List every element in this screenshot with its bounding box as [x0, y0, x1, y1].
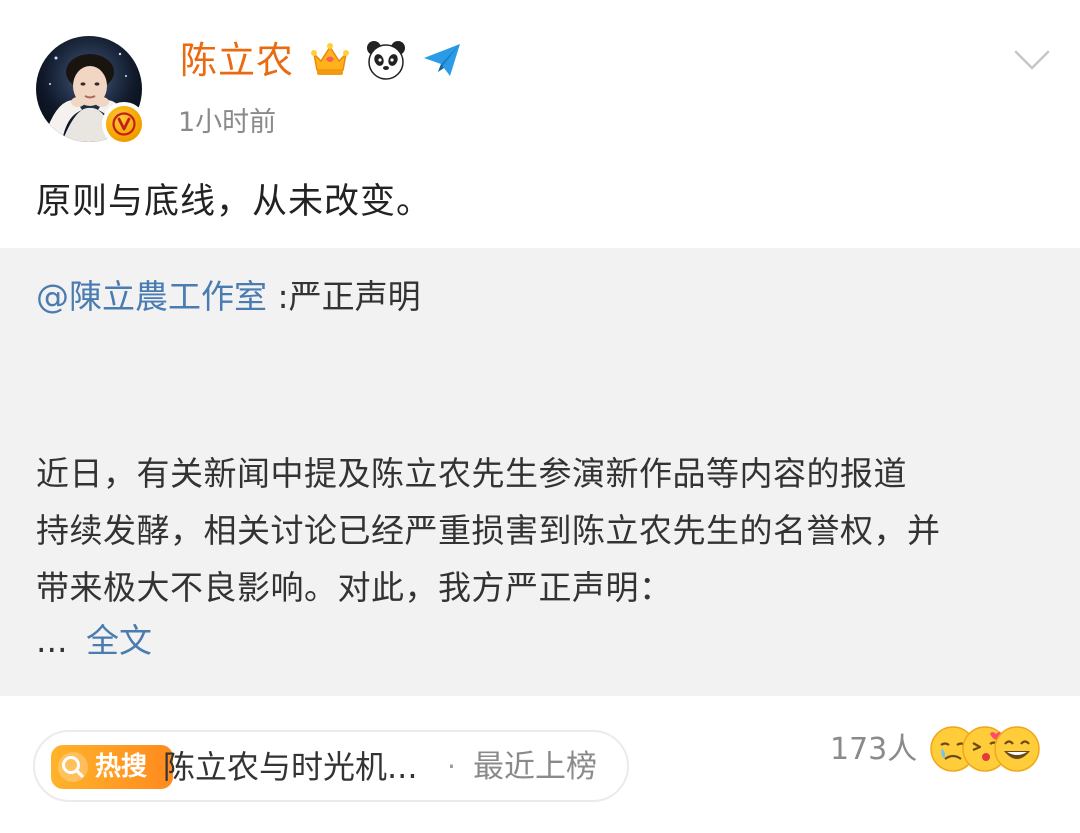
- retweet-body-line: 持续发酵，相关讨论已经严重损害到陈立农先生的名誉权，并: [36, 511, 941, 550]
- hot-search-label: 热搜: [95, 752, 148, 782]
- ellipsis: ...: [36, 621, 68, 660]
- post-time: 1小时前: [178, 107, 277, 138]
- reaction-count[interactable]: 173人: [830, 728, 917, 772]
- mention-link[interactable]: @陳立農工作室: [36, 277, 267, 316]
- retweet-title: :严正声明: [277, 277, 421, 316]
- hot-search-topic[interactable]: 陈立农与时光机...: [163, 744, 418, 790]
- retweet-card[interactable]: @陳立農工作室 :严正声明 近日，有关新闻中提及陈立农先生参演新作品等内容的报道…: [0, 248, 1080, 696]
- author-badges: [308, 36, 464, 84]
- hot-search-badge: 热搜: [51, 745, 173, 789]
- chevron-down-icon[interactable]: [1010, 44, 1054, 76]
- retweet-body-line: 带来极大不良影响。对此，我方严正声明：: [36, 568, 673, 607]
- author-name[interactable]: 陈立农: [180, 38, 294, 84]
- retweet-body-line: 近日，有关新闻中提及陈立农先生参演新作品等内容的报道: [36, 454, 907, 493]
- crown-badge-icon[interactable]: [308, 38, 352, 82]
- panda-icon[interactable]: [364, 38, 408, 82]
- send-plane-icon[interactable]: [420, 38, 464, 82]
- separator-dot: ·: [447, 750, 456, 783]
- verified-v-icon: [102, 102, 146, 146]
- hot-search-status: 最近上榜: [473, 749, 597, 785]
- search-icon: [58, 752, 88, 782]
- grinning-face-icon: [994, 726, 1040, 772]
- retweet-body: 近日，有关新闻中提及陈立农先生参演新作品等内容的报道 持续发酵，相关讨论已经严重…: [36, 445, 1046, 616]
- retweet-more: ... 全文: [36, 618, 152, 664]
- full-text-link[interactable]: 全文: [86, 621, 152, 660]
- hot-search-pill[interactable]: 热搜 陈立农与时光机... · 最近上榜: [33, 730, 629, 802]
- reaction-emojis[interactable]: [928, 724, 1048, 776]
- retweet-header: @陳立農工作室 :严正声明: [36, 274, 421, 320]
- post-text: 原则与底线，从未改变。: [36, 182, 433, 222]
